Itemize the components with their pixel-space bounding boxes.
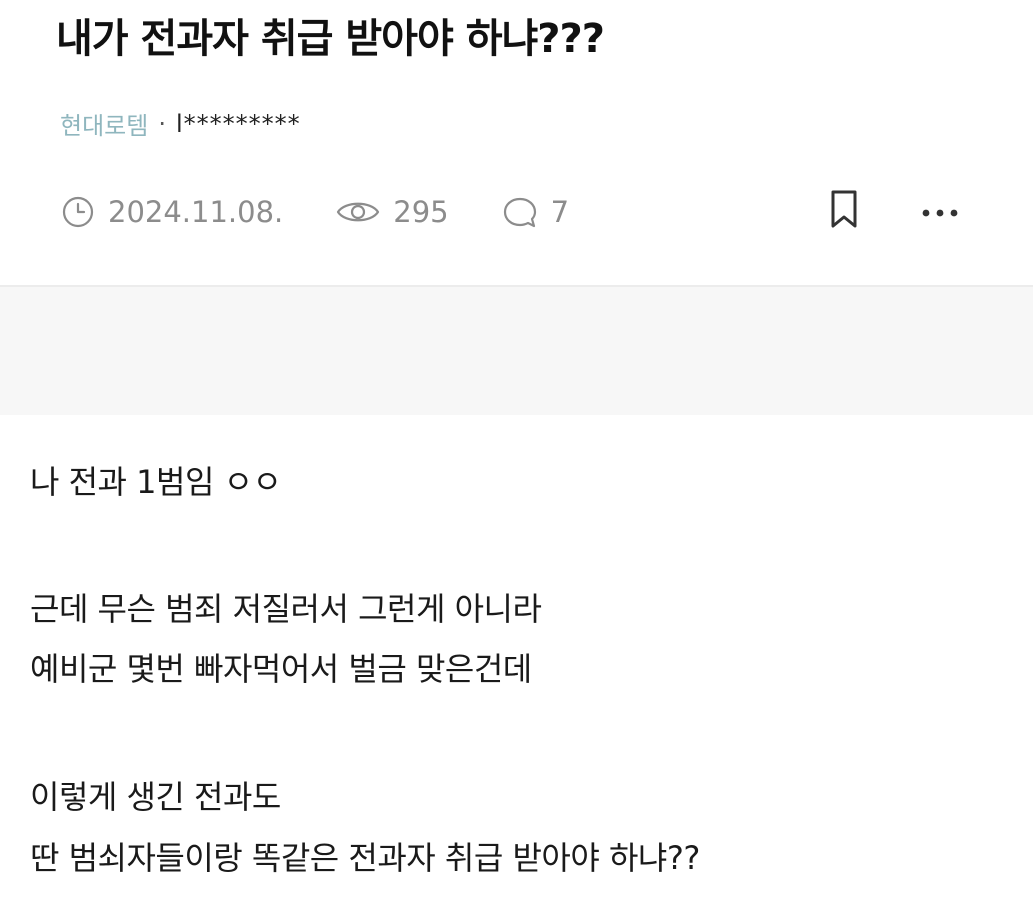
date-text: 2024.11.08. bbox=[108, 195, 284, 229]
more-options-button[interactable] bbox=[912, 190, 968, 234]
author-line: 현대로템 · l********* bbox=[60, 106, 301, 141]
views-count: 295 bbox=[393, 195, 449, 229]
gray-separator-band bbox=[0, 287, 1033, 415]
bookmark-button[interactable] bbox=[822, 188, 866, 234]
author-name: l********* bbox=[175, 109, 301, 138]
eye-icon bbox=[335, 194, 381, 230]
comments-count: 7 bbox=[550, 195, 570, 229]
post-date: 2024.11.08. bbox=[60, 194, 283, 230]
body-line-1: 나 전과 1범임 ㅇㅇ bbox=[30, 463, 282, 501]
body-line-3: 예비군 몇번 빠자먹어서 벌금 맞은건데 bbox=[30, 650, 532, 688]
post-views: 295 bbox=[335, 194, 449, 230]
post-title: 내가 전과자 취급 받아야 하냐??? bbox=[56, 16, 605, 62]
body-line-4: 이렇게 생긴 전과도 bbox=[30, 778, 281, 816]
clock-icon bbox=[60, 194, 96, 230]
separator-dot: · bbox=[158, 109, 166, 138]
body-line-2: 근데 무슨 범죄 저질러서 그런게 아니라 bbox=[30, 590, 542, 628]
bookmark-icon bbox=[827, 188, 861, 234]
post-comments[interactable]: 7 bbox=[501, 194, 569, 230]
post-body: 나 전과 1범임 ㅇㅇ 근데 무슨 범죄 저질러서 그런게 아니라 예비군 몇번… bbox=[0, 415, 1033, 916]
post-header: 내가 전과자 취급 받아야 하냐??? 현대로템 · l********* 20… bbox=[0, 0, 1033, 285]
more-dots-icon bbox=[920, 203, 960, 222]
comment-bubble-icon bbox=[501, 194, 539, 230]
company-name[interactable]: 현대로템 bbox=[60, 106, 148, 141]
post-meta: 2024.11.08. 295 7 bbox=[60, 190, 569, 234]
body-line-5: 딴 범쇠자들이랑 똑같은 전과자 취급 받아야 하냐?? bbox=[30, 839, 700, 877]
